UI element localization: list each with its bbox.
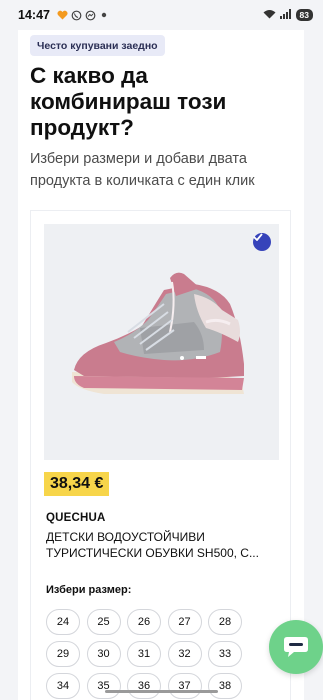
product-card[interactable]: 38,34 € QUECHUA Детски водоустойчиви тур… <box>30 210 291 700</box>
gesture-nav-handle[interactable] <box>105 690 218 693</box>
size-option[interactable]: 34 <box>46 673 80 699</box>
heart-icon <box>57 10 68 21</box>
section-chip: Често купувани заедно <box>30 35 165 56</box>
product-image[interactable] <box>44 224 279 460</box>
size-option[interactable]: 35 <box>86 673 121 699</box>
size-label: Избери размер: <box>46 584 132 596</box>
wifi-icon <box>263 8 276 22</box>
section-subtitle: Избери размери и добави двата продукта в… <box>30 151 255 189</box>
status-time: 14:47 <box>18 8 50 22</box>
battery-icon: 83 <box>295 9 313 21</box>
product-brand: QUECHUA <box>46 512 106 524</box>
hiking-shoe-image <box>72 272 244 394</box>
section-headline: С какво да комбинираш този продукт? <box>30 63 227 140</box>
size-option[interactable]: 24 <box>46 609 80 635</box>
size-option[interactable]: 25 <box>86 609 121 635</box>
size-option[interactable]: 37 <box>167 673 202 699</box>
size-option[interactable]: 36 <box>127 673 161 699</box>
notification-dot-icon <box>99 10 110 21</box>
messenger-icon <box>85 10 96 21</box>
selected-check-icon[interactable] <box>253 233 271 251</box>
chat-bubble-icon <box>284 637 308 657</box>
size-option[interactable]: 28 <box>208 609 242 635</box>
product-name[interactable]: Детски водоустойчиви туристически обувки… <box>46 529 282 561</box>
status-bar: 14:47 83 <box>0 0 323 30</box>
size-option[interactable]: 32 <box>167 641 202 667</box>
chat-button[interactable] <box>269 620 323 674</box>
size-option[interactable]: 31 <box>127 641 161 667</box>
status-system-icons: 83 <box>263 8 313 22</box>
size-option[interactable]: 33 <box>208 641 242 667</box>
size-option[interactable]: 26 <box>127 609 161 635</box>
size-option[interactable]: 38 <box>208 673 242 699</box>
product-price: 38,34 € <box>44 472 110 496</box>
frequently-bought-together-section: Често купувани заедно С какво да комбини… <box>18 30 304 700</box>
signal-icon <box>279 8 292 22</box>
size-option[interactable]: 27 <box>167 609 202 635</box>
status-notification-icons <box>57 10 110 21</box>
viber-icon <box>71 10 82 21</box>
size-option[interactable]: 30 <box>86 641 121 667</box>
size-option[interactable]: 29 <box>46 641 80 667</box>
